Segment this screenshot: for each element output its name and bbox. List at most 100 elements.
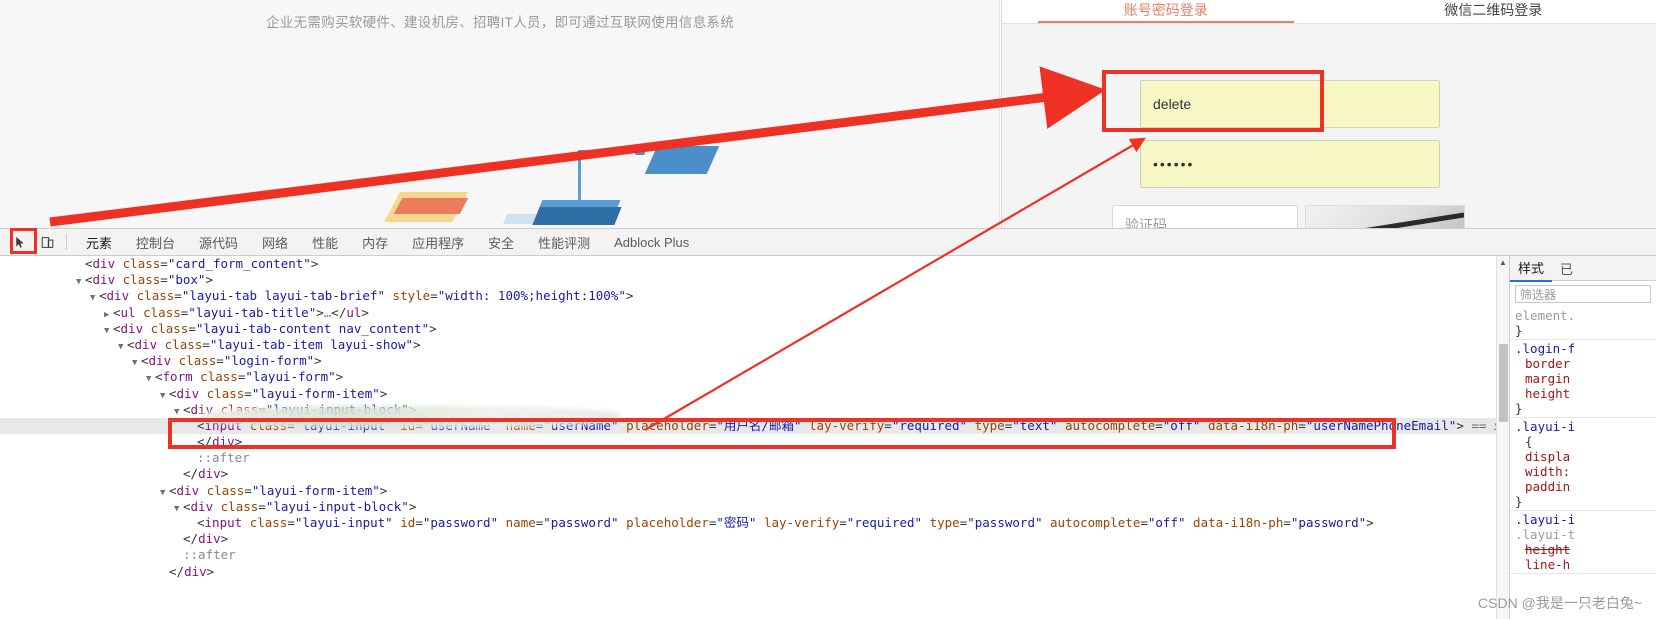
dom-scrollbar[interactable]: ▲ <box>1496 256 1509 619</box>
style-property-name: line-h <box>1525 557 1571 572</box>
dom-line[interactable]: ▼ <div class="layui-form-item"> <box>0 386 1496 402</box>
dom-line-code: </div> <box>169 563 215 579</box>
login-tab-wechat-qr-label: 微信二维码登录 <box>1444 2 1543 18</box>
tab-application-label: 应用程序 <box>412 235 465 251</box>
tab-application[interactable]: 应用程序 <box>400 230 476 255</box>
tab-elements[interactable]: 元素 <box>74 230 124 255</box>
captcha-image[interactable] <box>1305 205 1465 228</box>
login-tab-account[interactable]: 账号密码登录 <box>1002 0 1330 23</box>
disclosure-triangle-icon[interactable]: ▼ <box>104 323 113 339</box>
dom-line-code: <div class="layui-form-item"> <box>169 385 388 401</box>
style-declaration[interactable]: width: <box>1515 464 1656 479</box>
dom-line[interactable]: </div> <box>0 564 1496 580</box>
style-rule-close-brace: } <box>1515 401 1523 416</box>
tab-console[interactable]: 控制台 <box>124 230 187 255</box>
style-rule-close-brace: } <box>1515 323 1523 338</box>
dom-line-code: <div class="card_form_content"> <box>85 256 319 271</box>
disclosure-triangle-icon[interactable]: ▼ <box>146 371 155 387</box>
tab-memory[interactable]: 内存 <box>350 230 400 255</box>
styles-pane: 样式 已 筛选器 element.} .login-f border margin he… <box>1509 256 1656 619</box>
illustration-node-dot <box>635 145 645 155</box>
username-input[interactable]: delete <box>1140 80 1440 128</box>
dom-line[interactable]: ▼ <div class="layui-form-item"> <box>0 483 1496 499</box>
page-left-column: 企业无需购买软硬件、建设机房、招聘IT人员，即可通过互联网使用信息系统 <box>0 0 1000 228</box>
dom-line[interactable]: <input class="layui-input" id="password"… <box>0 515 1496 531</box>
dom-line-code: <div class="layui-form-item"> <box>169 482 388 498</box>
dom-line[interactable]: </div> <box>0 434 1496 450</box>
style-property-name: margin <box>1525 371 1571 386</box>
styles-filter-input[interactable]: 筛选器 <box>1515 285 1651 303</box>
tab-adblock-plus[interactable]: Adblock Plus <box>602 232 701 253</box>
dom-line[interactable]: ▼ <div class="layui-tab-item layui-show"> <box>0 337 1496 353</box>
style-rule-selector: element. <box>1515 308 1576 323</box>
login-tab-account-label: 账号密码登录 <box>1123 2 1208 18</box>
disclosure-triangle-icon[interactable]: ▼ <box>76 274 85 290</box>
dom-line-code: <form class="layui-form"> <box>155 369 344 385</box>
dom-line[interactable]: </div> <box>0 466 1496 482</box>
styles-tab-computed[interactable]: 已 <box>1552 256 1581 281</box>
style-property-name: border <box>1525 356 1571 371</box>
style-declaration[interactable]: displa <box>1515 449 1656 464</box>
dom-line[interactable]: ::after <box>0 547 1496 563</box>
devtools-toolbar: 元素 控制台 源代码 网络 性能 内存 应用程序 安全 性能评测 Adblock… <box>0 229 1656 256</box>
dom-line[interactable]: ▼ <div class="login-form"> <box>0 353 1496 369</box>
dom-line[interactable]: ▼ <div class="layui-tab-content nav_conte… <box>0 321 1496 337</box>
style-rule[interactable]: .login-f border margin height} <box>1510 340 1656 418</box>
dom-line[interactable]: </div> <box>0 531 1496 547</box>
dom-line[interactable]: <div class="card_form_content"> <box>0 256 1496 272</box>
device-toolbar-icon[interactable] <box>34 231 60 253</box>
tab-lighthouse[interactable]: 性能评测 <box>526 230 602 255</box>
disclosure-triangle-icon[interactable]: ▼ <box>160 485 169 501</box>
inspect-element-icon[interactable] <box>6 231 32 253</box>
style-declaration[interactable]: height <box>1515 386 1656 401</box>
tab-sources[interactable]: 源代码 <box>187 230 250 255</box>
styles-tab-styles-label: 样式 <box>1518 260 1545 276</box>
devtools-body: <div class="card_form_content"> ▼ <div cla… <box>0 256 1656 619</box>
style-declaration[interactable]: height <box>1515 542 1656 557</box>
style-rule-selector: .login-f <box>1515 341 1576 356</box>
login-tab-bar: 账号密码登录 微信二维码登录 <box>1002 0 1656 24</box>
dom-scrollbar-thumb[interactable] <box>1499 344 1508 422</box>
disclosure-triangle-icon[interactable]: ▼ <box>174 404 183 420</box>
tab-security[interactable]: 安全 <box>476 230 526 255</box>
dom-tree-pane[interactable]: <div class="card_form_content"> ▼ <div cla… <box>0 256 1496 619</box>
style-property-name: height <box>1525 542 1571 557</box>
disclosure-triangle-icon[interactable]: ▼ <box>132 355 141 371</box>
disclosure-triangle-icon[interactable]: ▼ <box>160 388 169 404</box>
dom-line-code: </div> <box>197 434 243 450</box>
dom-line[interactable]: ▼<div class="layui-input-block"> <box>0 499 1496 515</box>
dom-line[interactable]: ▼ <div class="box"> <box>0 272 1496 288</box>
toolbar-divider <box>66 234 67 250</box>
tab-memory-label: 内存 <box>362 235 389 251</box>
style-rule[interactable]: .layui-i{displa width: paddin} <box>1510 418 1656 511</box>
style-rule-selector-secondary: .layui-t <box>1515 527 1576 542</box>
disclosure-triangle-icon[interactable]: ▼ <box>90 290 99 306</box>
disclosure-triangle-icon[interactable]: ▼ <box>118 339 127 355</box>
style-declaration[interactable]: paddin <box>1515 479 1656 494</box>
dom-line[interactable]: ▼ <form class="layui-form"> <box>0 369 1496 385</box>
style-rule[interactable]: element.} <box>1510 307 1656 340</box>
tab-network[interactable]: 网络 <box>250 230 300 255</box>
style-declaration[interactable]: border <box>1515 356 1656 371</box>
style-declaration[interactable]: margin <box>1515 371 1656 386</box>
illustration-orange-shape <box>393 198 469 214</box>
banner-text: 企业无需购买软硬件、建设机房、招聘IT人员，即可通过互联网使用信息系统 <box>266 15 734 30</box>
dom-line[interactable]: ▼ <div class="layui-tab layui-tab-brief" … <box>0 288 1496 304</box>
watermark-text: CSDN @我是一只老白兔~ <box>1478 595 1642 611</box>
dom-line[interactable]: ::after <box>0 450 1496 466</box>
scroll-up-icon[interactable]: ▲ <box>1497 256 1509 269</box>
style-rule[interactable]: .layui-i .layui-t height line-h <box>1510 511 1656 574</box>
password-input[interactable]: •••••• <box>1140 140 1440 188</box>
devtools-tab-list: 元素 控制台 源代码 网络 性能 内存 应用程序 安全 性能评测 Adblock… <box>74 230 701 255</box>
dom-line-code: <ul class="layui-tab-title">…</ul> <box>113 304 369 320</box>
styles-tab-bar: 样式 已 <box>1510 256 1656 282</box>
style-declaration[interactable]: line-h <box>1515 557 1656 572</box>
captcha-input[interactable]: 验证码 <box>1112 205 1298 228</box>
dom-line[interactable]: ▶ <ul class="layui-tab-title">…</ul> <box>0 305 1496 321</box>
styles-tab-styles[interactable]: 样式 <box>1510 256 1553 282</box>
tab-performance[interactable]: 性能 <box>300 230 350 255</box>
login-tab-wechat-qr[interactable]: 微信二维码登录 <box>1330 0 1656 23</box>
disclosure-triangle-icon[interactable]: ▼ <box>174 501 183 517</box>
tab-console-label: 控制台 <box>136 235 176 251</box>
dom-line-code: <div class="layui-tab-item layui-show"> <box>127 336 421 352</box>
